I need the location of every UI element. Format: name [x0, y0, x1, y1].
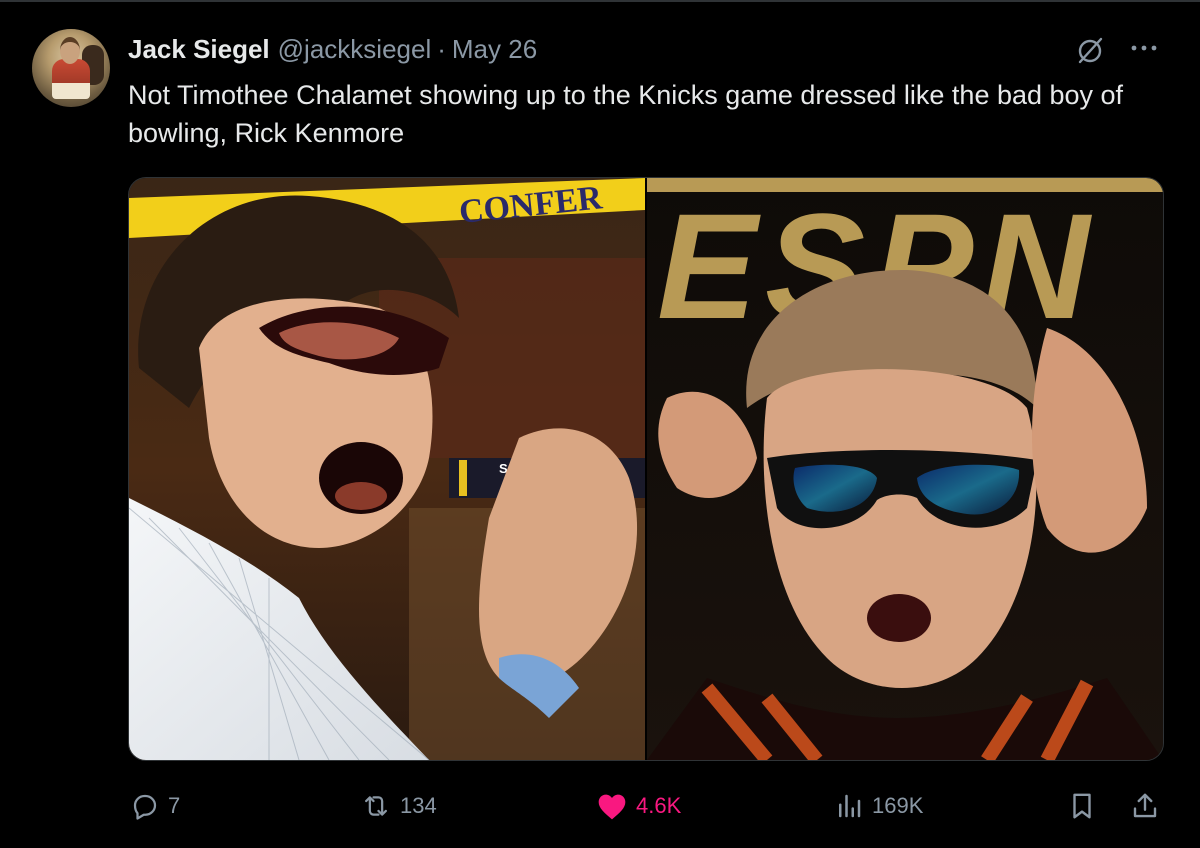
author-name[interactable]: Jack Siegel — [128, 34, 270, 65]
heart-icon — [598, 794, 626, 820]
grok-icon[interactable] — [1075, 34, 1107, 66]
tweet-card[interactable]: Jack Siegel @jackksiegel · May 26 Not Ti… — [0, 0, 1200, 848]
reply-button[interactable]: 7 — [130, 788, 180, 824]
separator: · — [437, 34, 446, 64]
views-button[interactable]: 169K — [834, 788, 923, 824]
more-icon[interactable] — [1128, 38, 1160, 58]
bookmark-button[interactable] — [1068, 788, 1096, 824]
repost-button[interactable]: 134 — [360, 788, 437, 824]
views-icon — [839, 794, 861, 818]
tweet-date[interactable]: May 26 — [452, 34, 537, 65]
repost-count: 134 — [400, 793, 437, 818]
action-bar: 7 134 4.6K 169K — [0, 780, 1200, 830]
avatar[interactable] — [32, 29, 110, 107]
like-count: 4.6K — [636, 793, 682, 818]
photo-right[interactable]: ESPN — [647, 178, 1163, 760]
share-icon — [1133, 793, 1157, 818]
bookmark-icon — [1073, 793, 1091, 819]
repost-icon — [365, 796, 387, 816]
tweet-media[interactable]: CONFER SOUTH CE — [128, 177, 1164, 761]
divider — [0, 0, 1200, 2]
like-button[interactable]: 4.6K — [596, 788, 681, 824]
tweet-text: Not Timothee Chalamet showing up to the … — [128, 80, 1124, 148]
reply-count: 7 — [168, 793, 181, 818]
author-handle[interactable]: @jackksiegel — [278, 34, 432, 65]
reply-icon — [133, 794, 157, 820]
views-count: 169K — [872, 793, 924, 818]
tweet-header: Jack Siegel @jackksiegel · May 26 — [128, 34, 537, 64]
share-button[interactable] — [1130, 788, 1160, 824]
photo-left[interactable]: CONFER SOUTH CE — [129, 178, 645, 760]
